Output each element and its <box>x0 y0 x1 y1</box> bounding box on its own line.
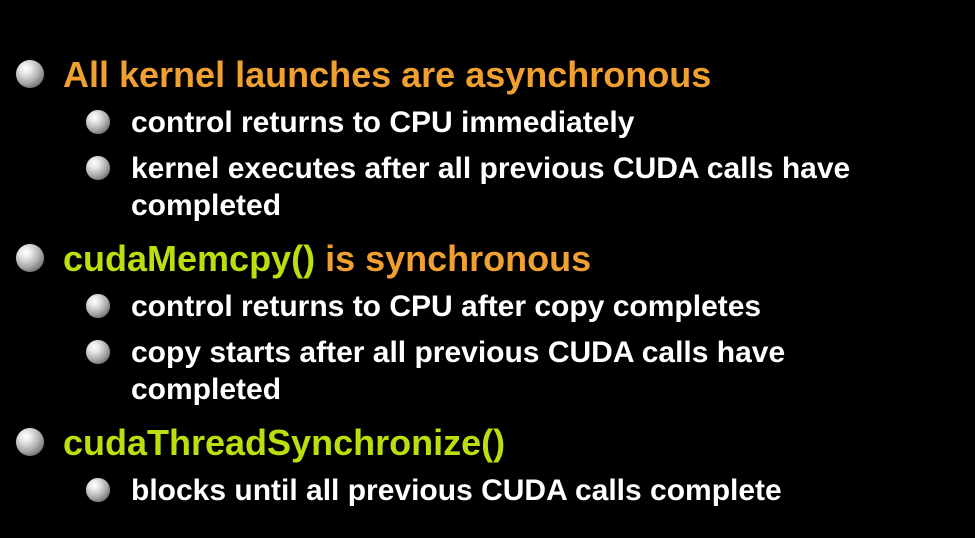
bullet-2-sub-1-text: control returns to CPU after copy comple… <box>131 290 762 323</box>
bullet-3-marker-icon <box>16 428 44 456</box>
bullet-2-sub-2-text: copy starts after all previous CUDA call… <box>131 336 786 406</box>
bullet-2-sub-2-marker-icon <box>86 340 110 364</box>
bullet-1-sub-1-text: control returns to CPU immediately <box>131 106 635 139</box>
slide: All kernel launches are asynchronous con… <box>0 0 975 538</box>
bullet-1-sub-2-marker-icon <box>86 156 110 180</box>
bullet-1-sub-2-text: kernel executes after all previous CUDA … <box>131 152 851 222</box>
bullet-3-heading: cudaThreadSynchronize() <box>63 422 506 463</box>
bullet-2-heading: cudaMemcpy() is synchronous <box>63 239 591 279</box>
bullet-3-sub-1-marker-icon <box>86 478 110 502</box>
bullet-2-sub-1-marker-icon <box>86 294 110 318</box>
bullet-1-marker-icon <box>16 60 44 88</box>
bullet-2-heading-code: cudaMemcpy() <box>63 238 316 279</box>
bullet-2-marker-icon <box>16 244 44 272</box>
bullet-1-heading: All kernel launches are asynchronous <box>63 54 712 95</box>
bullet-3-sub-1-text: blocks until all previous CUDA calls com… <box>131 474 782 507</box>
bullet-2-heading-rest: is synchronous <box>315 238 592 279</box>
bullet-1-sub-1-marker-icon <box>86 110 110 134</box>
